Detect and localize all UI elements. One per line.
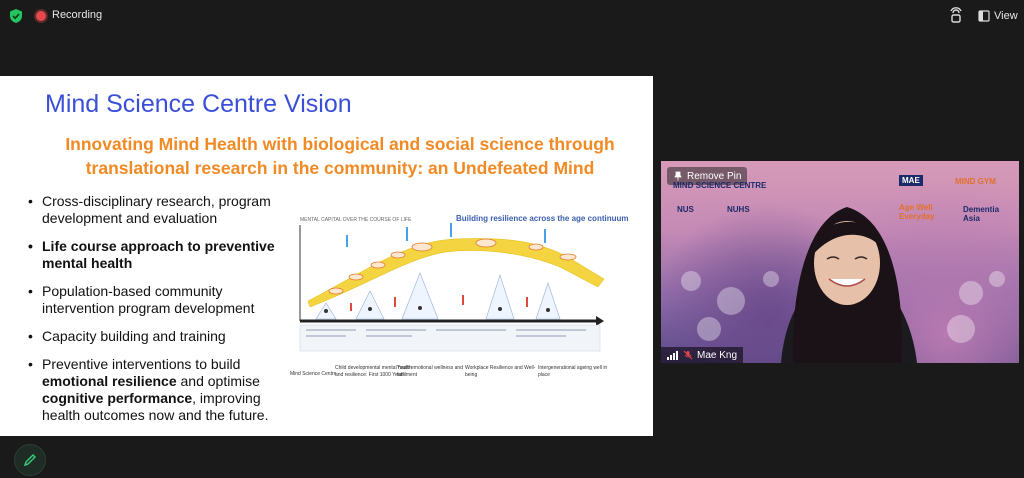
dementia-asia-logo-text: Dementia Asia [963,205,1000,223]
bullet-item: Life course approach to preventive menta… [28,238,284,272]
participant-name: Mae Kng [697,349,738,361]
view-icon [978,10,990,22]
nus-logo-text: NUS [677,205,694,214]
slide-subtitle-line2: translational research in the community:… [85,158,595,178]
view-button[interactable]: View [972,6,1018,26]
bullet-item: Cross-disciplinary research, program dev… [28,193,284,227]
mae-logo-text: MAE [899,175,923,186]
shared-slide: Mind Science Centre Vision Innovating Mi… [0,76,653,436]
age-well-logo-text: Age Well Everyday [899,203,935,221]
recording-indicator-icon [36,11,46,21]
annotate-button[interactable] [14,444,46,476]
msc-logo-text: MIND SCIENCE CENTRE [673,181,767,190]
bullet-item: Population-based community intervention … [28,283,284,317]
recording-label[interactable]: Recording [52,9,102,21]
shield-icon[interactable] [8,8,24,24]
footer-label: Intergenerational ageing well in place [538,365,608,378]
slide-subtitle-line1: Innovating Mind Health with biological a… [65,134,615,154]
slide-subtitle: Innovating Mind Health with biological a… [40,132,640,180]
nuhs-logo-text: NUHS [727,205,750,214]
view-label: View [994,10,1018,22]
diagram-caption: MENTAL CAPITAL OVER THE COURSE OF LIFE [300,217,412,223]
immersive-view-icon[interactable] [946,6,966,26]
participant-video-frame [681,207,1005,363]
participant-video-tile[interactable]: Remove Pin MIND SCIENCE CENTRE NUS NUHS … [661,161,1019,363]
bullet-list: Cross-disciplinary research, program dev… [28,193,284,435]
footer-label: Workplace Resilience and Well-being [465,365,536,378]
diagram-title: Building resilience across the age conti… [456,214,629,223]
top-bar: Recording View [0,0,1024,32]
remove-pin-label: Remove Pin [687,170,742,182]
muted-mic-icon [683,350,693,360]
mind-gym-logo-text: MIND GYM [955,177,996,186]
bullet-item: Capacity building and training [28,328,284,345]
slide-title: Mind Science Centre Vision [45,90,352,118]
pencil-icon [23,454,36,467]
life-course-diagram: MENTAL CAPITAL OVER THE COURSE OF LIFE B… [286,211,648,391]
participant-name-bar: Mae Kng [661,347,744,363]
diagram-graphic [299,223,605,352]
signal-strength-icon [667,351,678,360]
pin-icon [674,171,682,181]
bullet-item: Preventive interventions to build emotio… [28,356,284,424]
